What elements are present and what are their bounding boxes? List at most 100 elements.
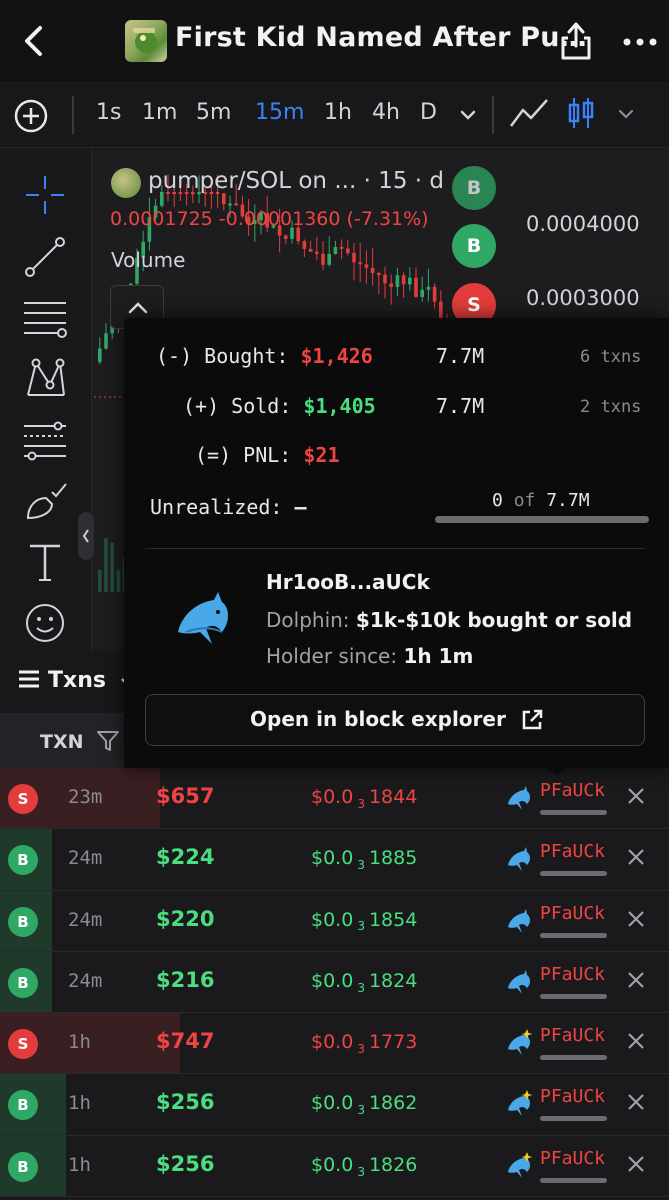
pair-icon bbox=[111, 168, 141, 198]
maker-address[interactable]: PFaUCk bbox=[540, 780, 605, 801]
table-row[interactable]: S 23m $657 $0.0 3 1844 PFaUCk bbox=[0, 768, 669, 830]
table-row[interactable]: B 24m $216 $0.0 3 1824 PFaUCk bbox=[0, 951, 669, 1014]
top-header: First Kid Named After Pu… bbox=[0, 0, 669, 82]
text-tool-icon[interactable] bbox=[22, 538, 68, 584]
txn-price: $0.0 3 1854 bbox=[311, 908, 418, 934]
txn-price: $0.0 3 1826 bbox=[311, 1153, 418, 1179]
external-link-icon[interactable] bbox=[520, 708, 544, 732]
buy-marker[interactable]: B bbox=[452, 166, 496, 210]
close-icon[interactable] bbox=[626, 845, 646, 869]
maker-holding-bar bbox=[540, 1055, 607, 1061]
close-icon[interactable] bbox=[626, 784, 646, 808]
line-chart-icon[interactable] bbox=[509, 96, 549, 130]
timeframe-1s[interactable]: 1s bbox=[96, 100, 121, 125]
sparkle-dolphin-icon bbox=[508, 1151, 533, 1178]
txns-tab[interactable]: Txns bbox=[18, 668, 134, 693]
table-row[interactable]: B 1h $256 $0.0 3 1862 PFaUCk bbox=[0, 1074, 669, 1136]
chevron-down-icon[interactable] bbox=[458, 108, 478, 122]
close-icon[interactable] bbox=[626, 1152, 646, 1176]
candle-body bbox=[234, 203, 238, 206]
horizontal-lines-icon[interactable] bbox=[22, 295, 68, 341]
txn-price: $0.0 3 1844 bbox=[311, 786, 418, 811]
table-row[interactable]: B 24m $220 $0.0 3 1854 PFaUCk bbox=[0, 890, 669, 952]
candle-body bbox=[370, 267, 375, 273]
volume-label: Volume bbox=[111, 248, 186, 272]
wallet-address[interactable]: Hr1ooB...aUCk bbox=[266, 570, 430, 594]
add-indicator-icon[interactable] bbox=[14, 99, 48, 133]
emoji-icon[interactable] bbox=[22, 600, 68, 646]
sell-badge: S bbox=[8, 1029, 38, 1060]
close-icon[interactable] bbox=[626, 907, 646, 931]
maker-address[interactable]: PFaUCk bbox=[540, 903, 605, 924]
txn-usd: $216 bbox=[156, 967, 215, 992]
bought-txns: 6 txns bbox=[580, 347, 642, 367]
table-row[interactable]: S 1h $747 $0.0 3 1773 PFaUCk bbox=[0, 1013, 669, 1075]
maker-address[interactable]: PFaUCk bbox=[540, 841, 605, 862]
candle-body bbox=[352, 253, 356, 263]
pattern-tool-icon[interactable] bbox=[22, 355, 68, 401]
timeframe-4h[interactable]: 4h bbox=[372, 100, 400, 125]
crosshair-icon[interactable] bbox=[22, 172, 68, 218]
page-title: First Kid Named After Pu… bbox=[175, 22, 587, 53]
txn-usd: $256 bbox=[156, 1151, 215, 1176]
candlestick-icon[interactable] bbox=[566, 96, 596, 130]
close-icon[interactable] bbox=[626, 968, 646, 992]
maker-address[interactable]: PFaUCk bbox=[540, 964, 605, 985]
toolbar-divider bbox=[492, 96, 494, 134]
txn-age: 1h bbox=[68, 1153, 91, 1176]
candle-body bbox=[377, 272, 381, 275]
close-icon[interactable] bbox=[626, 1090, 646, 1114]
txn-age: 24m bbox=[68, 908, 103, 931]
maker-address[interactable]: PFaUCk bbox=[540, 1025, 605, 1046]
token-avatar bbox=[125, 20, 167, 62]
txn-column-header[interactable]: TXN bbox=[40, 730, 120, 753]
dolphin-icon bbox=[508, 908, 530, 933]
maker-address[interactable]: PFaUCk bbox=[540, 1086, 605, 1107]
chevron-left-icon bbox=[82, 529, 89, 543]
drawing-toolbar bbox=[0, 150, 92, 650]
trend-line-icon[interactable] bbox=[22, 234, 68, 280]
maker-holding-bar bbox=[540, 1116, 607, 1122]
buy-marker[interactable]: B bbox=[452, 224, 496, 268]
divider bbox=[145, 548, 645, 549]
close-icon[interactable] bbox=[626, 1029, 646, 1053]
dolphin-icon bbox=[178, 592, 228, 644]
maker-holding-bar bbox=[540, 932, 607, 938]
txn-price: $0.0 3 1862 bbox=[311, 1092, 418, 1118]
timeframe-5m[interactable]: 5m bbox=[196, 100, 231, 125]
candle-body bbox=[426, 286, 431, 290]
dolphin-icon bbox=[508, 847, 530, 872]
candle-body bbox=[284, 235, 288, 239]
timeframe-1m[interactable]: 1m bbox=[142, 100, 177, 125]
timeframe-1h[interactable]: 1h bbox=[324, 100, 352, 125]
table-row[interactable]: B 1h $256 $0.0 3 1826 PFaUCk bbox=[0, 1135, 669, 1198]
maker-address[interactable]: PFaUCk bbox=[540, 1148, 605, 1169]
dolphin-icon bbox=[508, 969, 530, 994]
timeframe-d[interactable]: D bbox=[420, 100, 437, 125]
axis-tick-label: 0.0004000 bbox=[526, 212, 640, 236]
table-row[interactable]: B 24m $224 $0.0 3 1885 PFaUCk bbox=[0, 829, 669, 891]
collapse-toolbar-handle[interactable] bbox=[78, 512, 94, 560]
brush-icon[interactable] bbox=[22, 478, 68, 524]
fib-retracement-icon[interactable] bbox=[22, 418, 68, 464]
timeframe-15m[interactable]: 15m bbox=[255, 100, 304, 125]
chevron-down-icon[interactable] bbox=[617, 108, 635, 120]
candle-body bbox=[358, 262, 362, 265]
more-options-icon[interactable] bbox=[623, 38, 657, 46]
candle-body bbox=[327, 253, 331, 265]
volume-bar bbox=[98, 569, 102, 592]
candle-body bbox=[414, 277, 418, 297]
axis-tick-label: 0.0003000 bbox=[526, 286, 640, 310]
back-arrow-icon[interactable] bbox=[20, 24, 48, 58]
txn-price: $0.0 3 1824 bbox=[311, 969, 418, 995]
maker-holding-bar bbox=[540, 810, 607, 815]
sell-badge: S bbox=[8, 784, 38, 814]
pnl-row: (=) PNL: $21 bbox=[195, 443, 340, 467]
buy-badge: B bbox=[8, 906, 38, 937]
filter-icon[interactable] bbox=[96, 730, 120, 752]
txn-age: 24m bbox=[68, 847, 103, 870]
candle-body bbox=[98, 348, 102, 362]
ohlc-readout: 0.0001725 -0.00001360 (-7.31%) bbox=[110, 208, 429, 230]
share-icon[interactable] bbox=[559, 20, 593, 62]
txn-usd: $657 bbox=[156, 784, 215, 808]
